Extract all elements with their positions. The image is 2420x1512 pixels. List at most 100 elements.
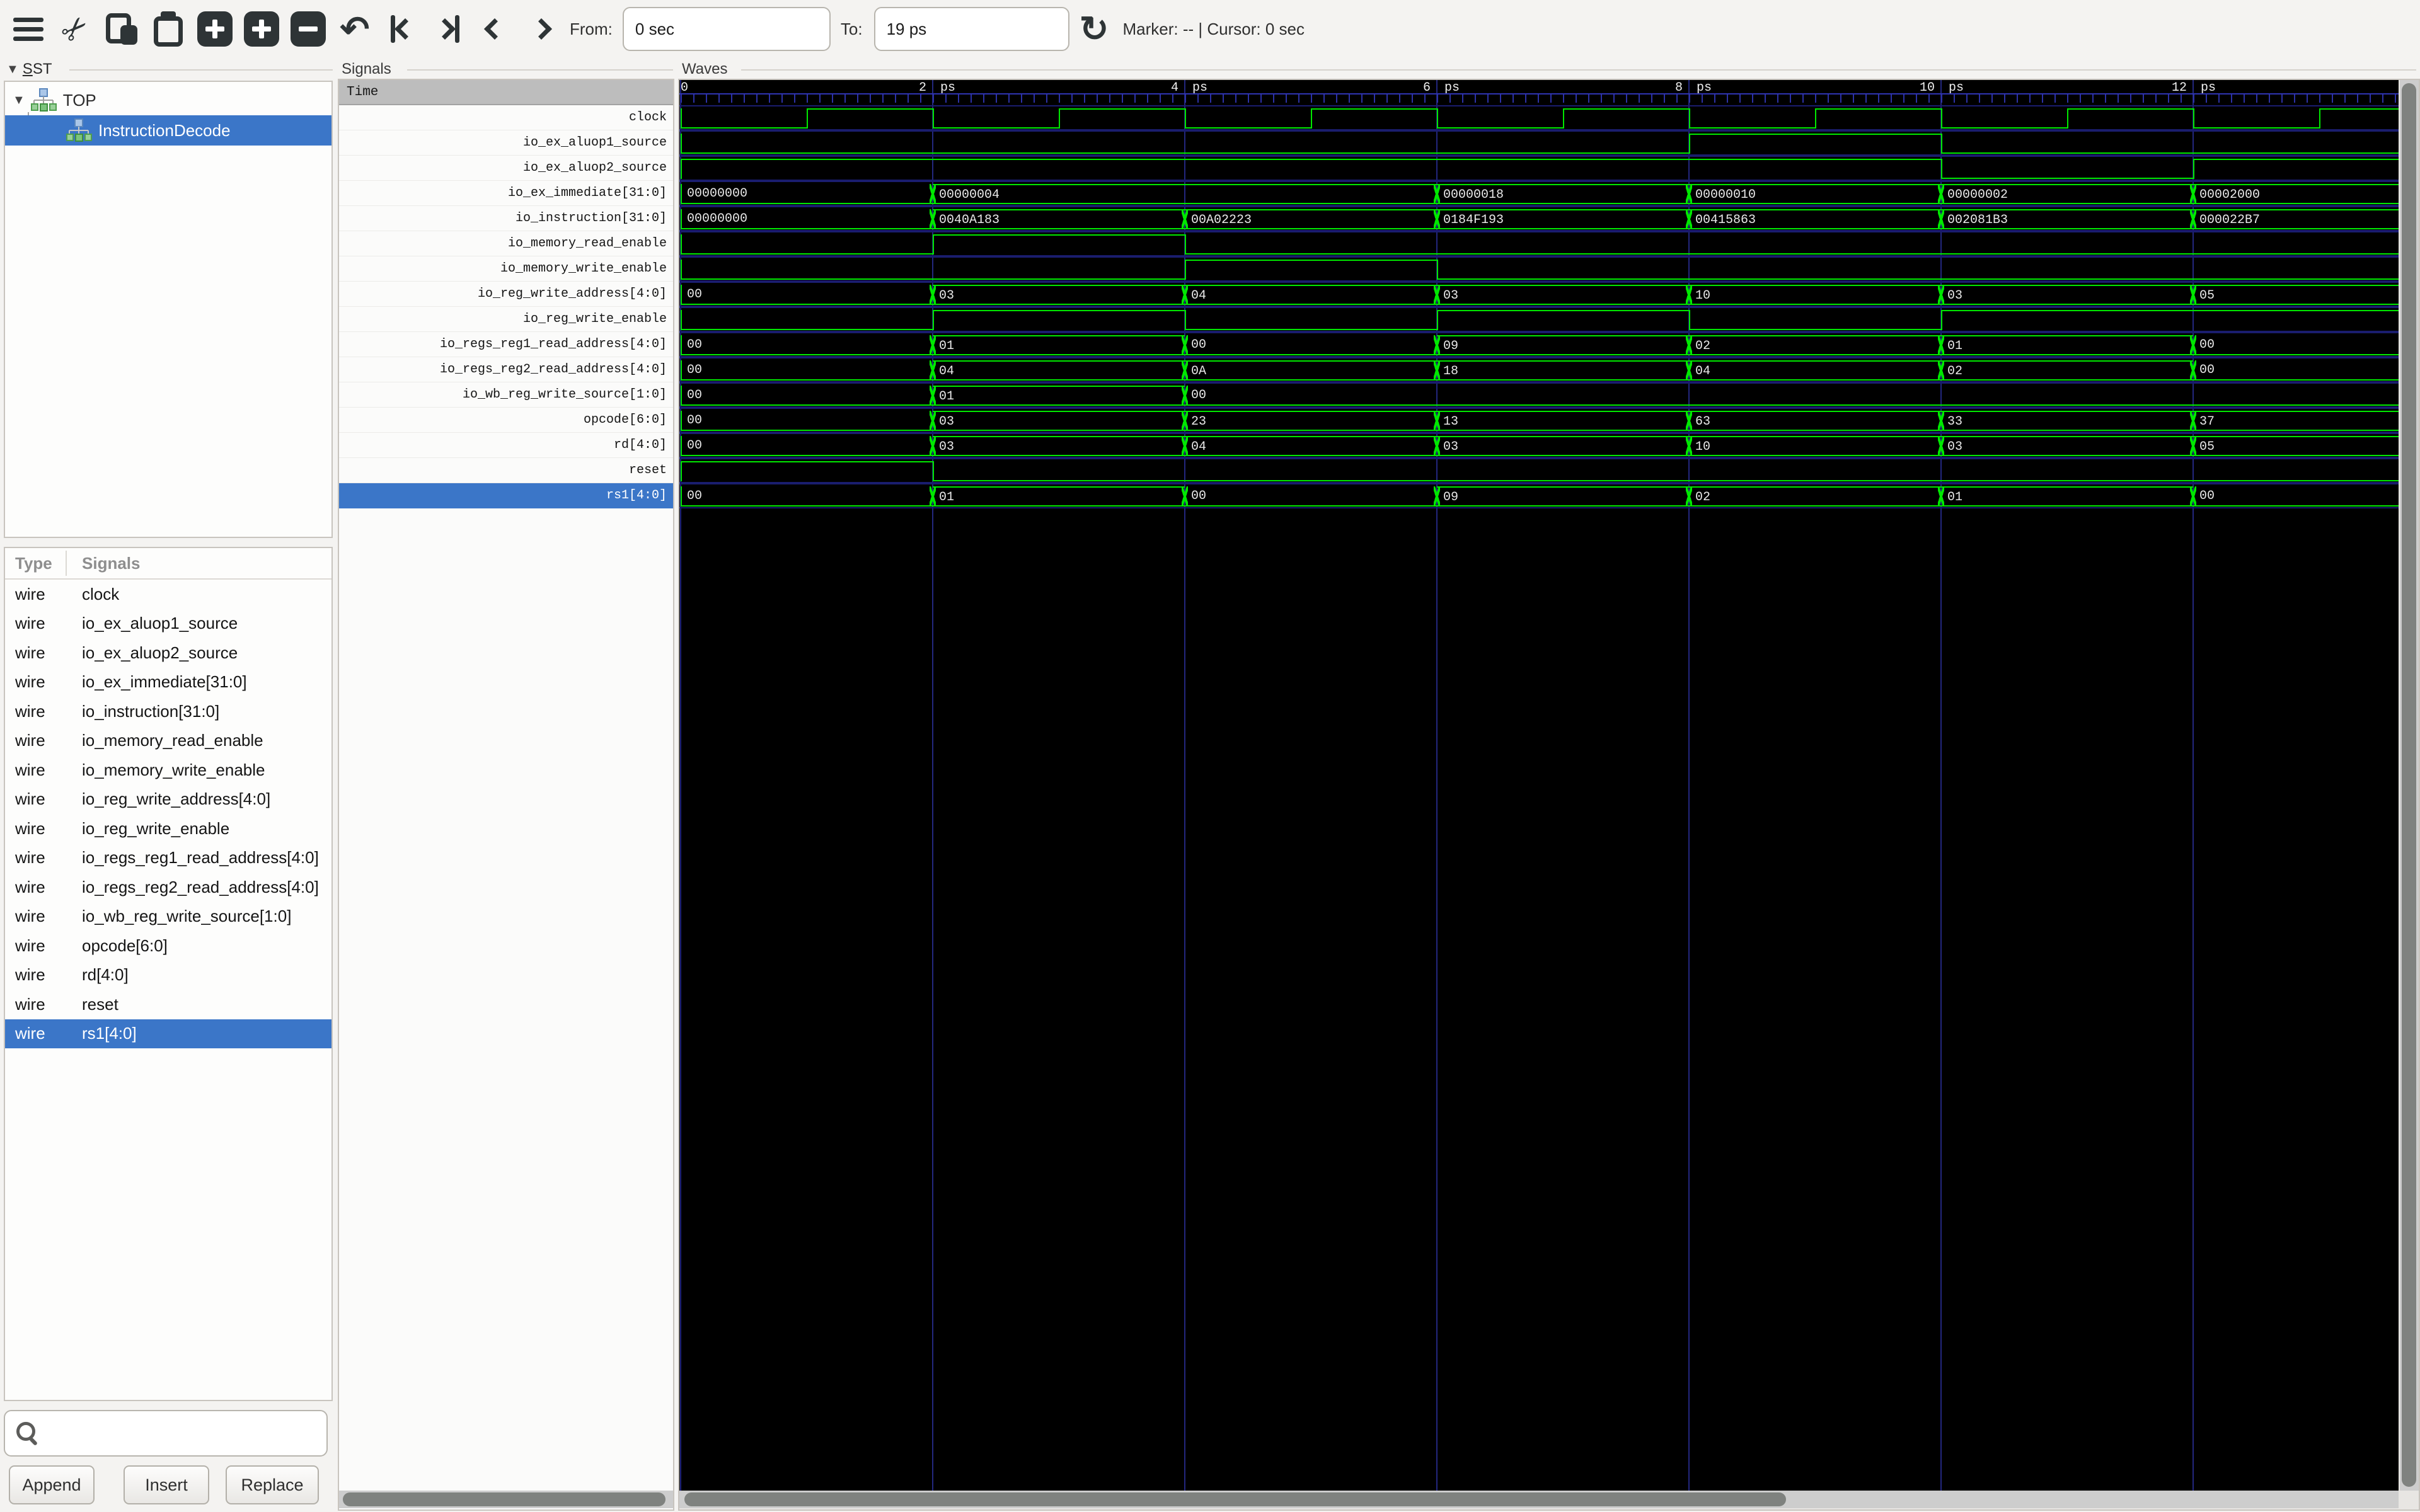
signal-name-row[interactable]: io_memory_read_enable bbox=[339, 231, 673, 256]
waves-hscrollbar-track[interactable] bbox=[679, 1491, 2399, 1508]
signal-name-row[interactable]: rd[4:0] bbox=[339, 433, 673, 458]
waves-vscrollbar-track[interactable] bbox=[2400, 80, 2419, 1491]
cut-button[interactable]: ✂ bbox=[57, 11, 93, 47]
bus-value: 00 bbox=[1191, 488, 1206, 505]
timeline-unit: ps bbox=[1192, 80, 1207, 96]
signal-table-row[interactable]: wireio_instruction[31:0] bbox=[5, 697, 331, 726]
wave-row-io_reg_write_enable bbox=[679, 307, 2399, 332]
append-button[interactable]: Append bbox=[9, 1465, 95, 1504]
signal-name-row[interactable]: io_wb_reg_write_source[1:0] bbox=[339, 382, 673, 408]
undo-icon: ↶ bbox=[340, 11, 370, 47]
to-input[interactable] bbox=[874, 7, 1069, 51]
signal-table-row[interactable]: wireclock bbox=[5, 580, 331, 609]
copy-button[interactable] bbox=[103, 11, 140, 47]
waves-hscrollbar-thumb[interactable] bbox=[684, 1492, 1786, 1506]
bus-value: 04 bbox=[1695, 364, 1710, 380]
replace-button[interactable]: Replace bbox=[226, 1465, 319, 1504]
bus-transition bbox=[1434, 285, 1440, 305]
zoom-in-icon bbox=[244, 11, 279, 47]
zoom-fit-button[interactable] bbox=[197, 11, 233, 47]
timeline-unit: ps bbox=[940, 80, 955, 96]
from-input[interactable] bbox=[623, 7, 831, 51]
signal-name-row[interactable]: io_ex_immediate[31:0] bbox=[339, 181, 673, 206]
signal-name-row[interactable]: io_ex_aluop1_source bbox=[339, 130, 673, 156]
go-last-button[interactable] bbox=[430, 11, 466, 47]
go-previous-icon bbox=[484, 18, 505, 40]
timeline-unit: ps bbox=[1697, 80, 1712, 96]
wave-canvas[interactable]: 02ps4ps6ps8ps10ps12ps 000000000000000400… bbox=[679, 80, 2399, 1491]
bus-transition bbox=[1434, 360, 1440, 381]
wave-row-clock bbox=[679, 105, 2399, 130]
signal-name-row[interactable]: rs1[4:0] bbox=[339, 483, 673, 508]
signal-table-row[interactable]: wirerd[4:0] bbox=[5, 961, 331, 990]
insert-button[interactable]: Insert bbox=[124, 1465, 209, 1504]
wave-row-io_ex_aluop2_source bbox=[679, 156, 2399, 181]
signal-table-row[interactable]: wirers1[4:0] bbox=[5, 1019, 331, 1049]
signal-table-row[interactable]: wireio_wb_reg_write_source[1:0] bbox=[5, 902, 331, 932]
undo-button[interactable]: ↶ bbox=[337, 11, 373, 47]
signal-name-row[interactable]: io_ex_aluop2_source bbox=[339, 156, 673, 181]
bus-transition bbox=[1938, 184, 1944, 204]
reload-icon[interactable]: ↻ bbox=[1080, 11, 1109, 47]
go-first-button[interactable] bbox=[383, 11, 420, 47]
tree-node-top[interactable]: ▼ TOP bbox=[5, 85, 331, 115]
signal-table-row[interactable]: wireio_regs_reg2_read_address[4:0] bbox=[5, 873, 331, 902]
signal-name-row[interactable]: io_reg_write_enable bbox=[339, 307, 673, 332]
signal-table-row[interactable]: wireio_reg_write_enable bbox=[5, 814, 331, 844]
signals-hscrollbar-thumb[interactable] bbox=[343, 1492, 666, 1506]
go-previous-button[interactable] bbox=[476, 11, 513, 47]
signal-table-row[interactable]: wireio_memory_read_enable bbox=[5, 726, 331, 756]
signal-table-row[interactable]: wireio_ex_immediate[31:0] bbox=[5, 668, 331, 697]
bus-transition bbox=[1938, 335, 1944, 355]
menu-button[interactable] bbox=[10, 11, 47, 47]
time-header[interactable]: Time bbox=[339, 80, 673, 105]
collapse-triangle-icon[interactable]: ▼ bbox=[6, 62, 19, 77]
expander-icon[interactable]: ▼ bbox=[13, 93, 25, 108]
paste-button[interactable] bbox=[150, 11, 187, 47]
signals-hscrollbar-track[interactable] bbox=[339, 1491, 673, 1508]
signal-name-row[interactable]: clock bbox=[339, 105, 673, 130]
signal-table-row[interactable]: wireio_memory_write_enable bbox=[5, 755, 331, 785]
signal-name-row[interactable]: io_regs_reg1_read_address[4:0] bbox=[339, 332, 673, 357]
waves-vscrollbar-thumb[interactable] bbox=[2402, 83, 2416, 1487]
signals-name-list: Time clockio_ex_aluop1_sourceio_ex_aluop… bbox=[339, 80, 673, 1491]
toolbar-icons: ✂↶ bbox=[10, 11, 560, 47]
zoom-in-button[interactable] bbox=[243, 11, 280, 47]
signal-table-row[interactable]: wireio_reg_write_address[4:0] bbox=[5, 785, 331, 815]
wave-row-io_memory_read_enable bbox=[679, 231, 2399, 256]
go-next-button[interactable] bbox=[523, 11, 560, 47]
sst-header[interactable]: ▼ SST bbox=[6, 60, 52, 78]
sst-frame-line bbox=[69, 69, 333, 71]
bus-value: 03 bbox=[939, 288, 954, 304]
bus-value: 05 bbox=[2199, 288, 2215, 304]
signal-table-row[interactable]: wirereset bbox=[5, 990, 331, 1019]
bus-value: 002081B3 bbox=[1947, 212, 2008, 229]
zoom-out-icon bbox=[291, 11, 326, 47]
signal-table-row[interactable]: wireio_regs_reg1_read_address[4:0] bbox=[5, 844, 331, 873]
bus-value: 00000002 bbox=[1947, 187, 2008, 203]
bus-value: 01 bbox=[939, 490, 954, 506]
signal-table-row[interactable]: wireio_ex_aluop1_source bbox=[5, 609, 331, 639]
signal-name-row[interactable]: opcode[6:0] bbox=[339, 408, 673, 433]
signal-name-row[interactable]: io_regs_reg2_read_address[4:0] bbox=[339, 357, 673, 382]
signal-table-row[interactable]: wireio_ex_aluop2_source bbox=[5, 638, 331, 668]
bus-value: 04 bbox=[1191, 439, 1206, 455]
copy-icon bbox=[105, 13, 138, 45]
signal-table-row[interactable]: wireopcode[6:0] bbox=[5, 931, 331, 961]
wave-row-io_ex_aluop1_source bbox=[679, 130, 2399, 156]
toolbar: ✂↶ From: To: ↻ Marker: -- | Cursor: 0 se… bbox=[0, 0, 2420, 58]
bus-value: 09 bbox=[1443, 490, 1458, 506]
bus-value: 02 bbox=[1695, 338, 1710, 355]
search-input[interactable] bbox=[40, 1414, 326, 1452]
signal-name-row[interactable]: io_instruction[31:0] bbox=[339, 206, 673, 231]
bus-transition bbox=[2190, 285, 2196, 305]
timeline-label: 2 bbox=[826, 80, 926, 96]
tree-node-instructiondecode[interactable]: InstructionDecode bbox=[5, 115, 331, 146]
bus-value: 10 bbox=[1695, 439, 1710, 455]
signal-name-row[interactable]: io_reg_write_address[4:0] bbox=[339, 282, 673, 307]
signal-name-row[interactable]: reset bbox=[339, 458, 673, 483]
bus-value: 03 bbox=[1443, 439, 1458, 455]
zoom-out-button[interactable] bbox=[290, 11, 326, 47]
bus-value: 03 bbox=[1443, 288, 1458, 304]
signal-name-row[interactable]: io_memory_write_enable bbox=[339, 256, 673, 282]
